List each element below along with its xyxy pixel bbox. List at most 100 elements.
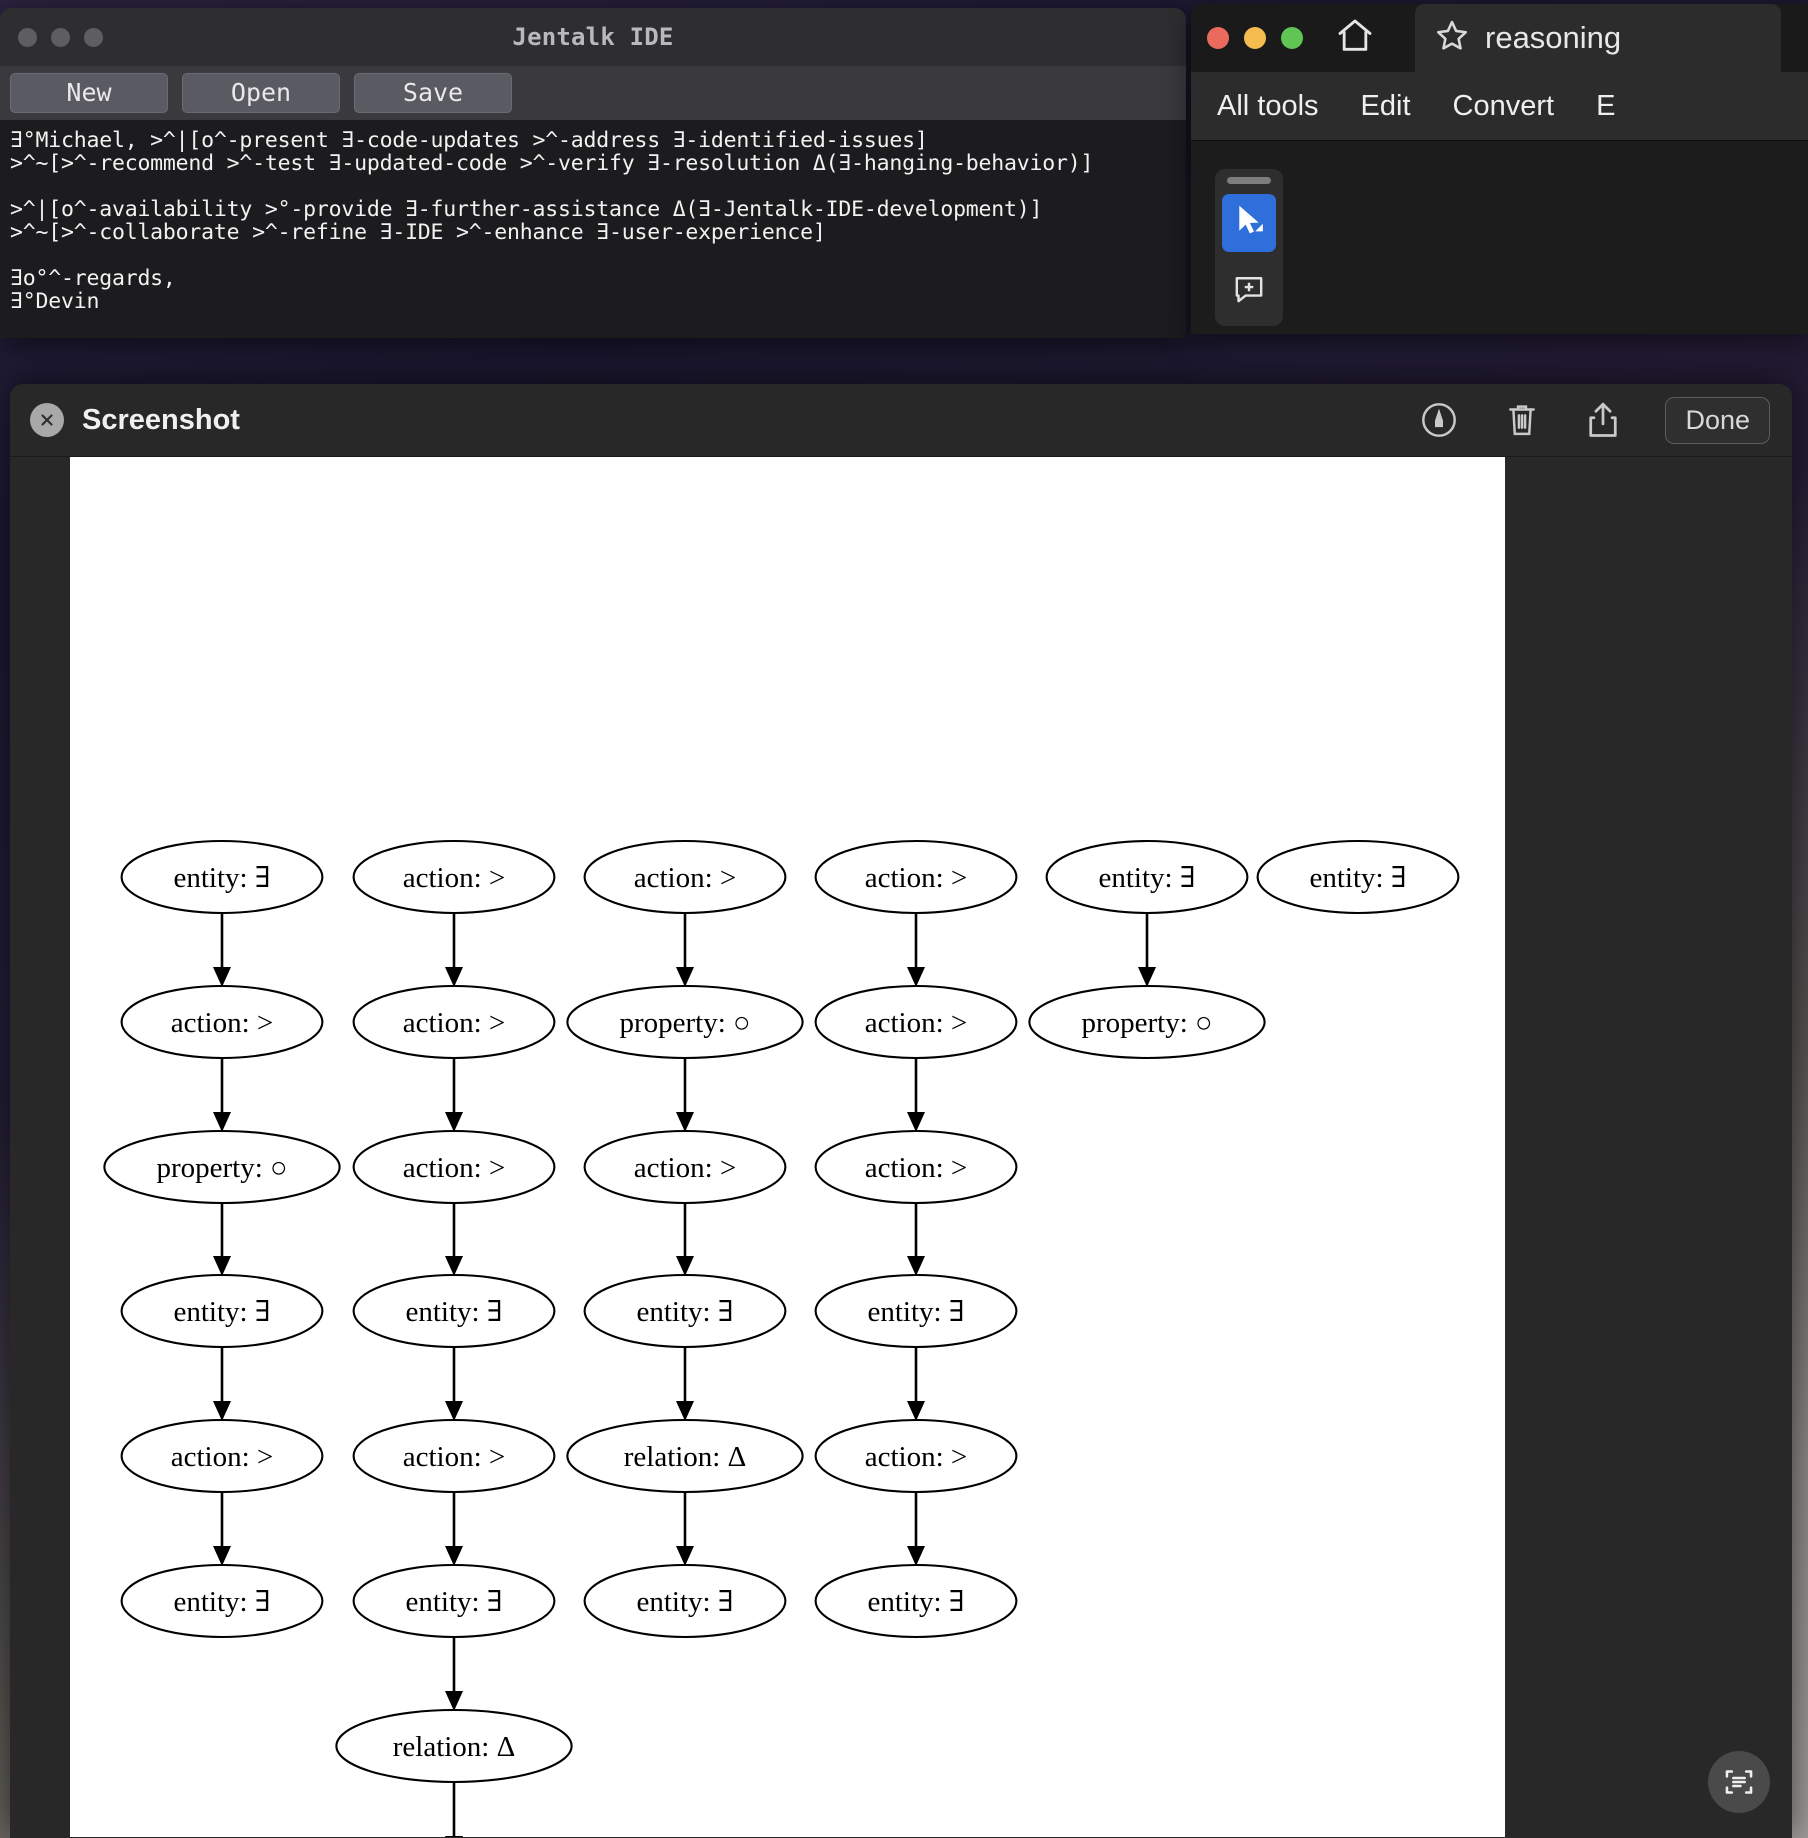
reasoning-graph: entity: ∃ action: > property: ○ entity: ∃ ac… (103, 839, 1460, 1837)
graph-edge-arrowhead (445, 1112, 463, 1132)
graph-node-label: entity: ∃ (867, 1296, 964, 1328)
graph-node-label: action: > (634, 1152, 737, 1184)
graph-node-label: action: > (403, 1441, 506, 1473)
browser-tab-reasoning[interactable]: reasoning (1415, 4, 1781, 72)
graph-edge-arrowhead (676, 1112, 694, 1132)
graph-node: entity: ∃ (1045, 839, 1249, 915)
live-text-icon[interactable] (1708, 1751, 1770, 1813)
tool-palette (1215, 169, 1283, 326)
ide-code-editor[interactable]: ∃°Michael, >^|[o^-present ∃-code-updates… (0, 120, 1186, 338)
menu-edit[interactable]: Edit (1361, 90, 1411, 123)
graph-node: action: > (352, 839, 556, 915)
graph-node: property: ○ (566, 984, 804, 1060)
graph-edge-arrowhead (213, 967, 231, 987)
save-button[interactable]: Save (354, 73, 512, 113)
graph-node: action: > (814, 1129, 1018, 1205)
graph-node-label: entity: ∃ (1309, 862, 1406, 894)
graph-node: action: > (814, 1418, 1018, 1494)
graph-edge-arrowhead (213, 1401, 231, 1421)
graph-edge-arrowhead (676, 967, 694, 987)
graph-edge-arrowhead (676, 1256, 694, 1276)
graph-node-label: action: > (865, 862, 968, 894)
tool-close-button[interactable] (1207, 27, 1229, 49)
graph-edge-arrowhead (907, 967, 925, 987)
tool-window-titlebar: reasoning (1191, 4, 1808, 72)
graph-node-label: entity: ∃ (173, 1296, 270, 1328)
graph-node: action: > (583, 839, 787, 915)
graph-edge-arrowhead (676, 1546, 694, 1566)
graph-edge-arrowhead (1138, 967, 1156, 987)
graph-node: relation: Δ (566, 1418, 804, 1494)
tool-menubar: All tools Edit Convert E (1191, 72, 1808, 141)
tool-window-controls[interactable] (1207, 27, 1303, 49)
trash-icon[interactable] (1503, 400, 1541, 440)
screenshot-markup-window: Screenshot Done entity: ∃ action: > prop… (10, 384, 1792, 1838)
graph-node-label: entity: ∃ (173, 862, 270, 894)
graph-node-label: property: ○ (1081, 1007, 1212, 1039)
graph-node-label: property: ○ (156, 1152, 287, 1184)
graph-node-label: entity: ∃ (173, 1586, 270, 1618)
graph-node: relation: Δ (335, 1708, 573, 1784)
graph-node-label: action: > (865, 1007, 968, 1039)
screenshot-canvas-area: entity: ∃ action: > property: ○ entity: ∃ ac… (10, 457, 1792, 1838)
new-button[interactable]: New (10, 73, 168, 113)
graph-node-label: entity: ∃ (1098, 862, 1195, 894)
browser-tab-title: reasoning (1485, 20, 1622, 55)
screenshot-image-canvas[interactable]: entity: ∃ action: > property: ○ entity: ∃ ac… (70, 457, 1505, 1837)
graph-edge-arrowhead (445, 1836, 463, 1837)
graph-node: property: ○ (103, 1129, 341, 1205)
menu-convert[interactable]: Convert (1453, 90, 1555, 123)
home-icon[interactable] (1335, 16, 1375, 61)
graph-node: entity: ∃ (814, 1563, 1018, 1639)
graph-node-label: entity: ∃ (636, 1296, 733, 1328)
select-tool-button[interactable] (1222, 194, 1276, 252)
graph-node-label: entity: ∃ (867, 1586, 964, 1618)
graph-node: entity: ∃ (352, 1563, 556, 1639)
graph-edge-arrowhead (213, 1546, 231, 1566)
add-comment-tool-button[interactable] (1222, 262, 1276, 320)
tool-maximize-button[interactable] (1281, 27, 1303, 49)
page-title: Screenshot (82, 403, 240, 436)
graph-node: action: > (814, 984, 1018, 1060)
open-button[interactable]: Open (182, 73, 340, 113)
ide-toolbar: New Open Save (0, 66, 1186, 120)
tool-window-body (1191, 141, 1808, 334)
graph-node-label: action: > (403, 1007, 506, 1039)
share-icon[interactable] (1585, 399, 1621, 441)
pdf-tool-window: reasoning All tools Edit Convert E (1191, 4, 1808, 334)
graph-node: action: > (352, 1418, 556, 1494)
add-comment-icon (1232, 272, 1266, 311)
screenshot-action-group: Done (1419, 396, 1770, 444)
graph-node: entity: ∃ (120, 839, 324, 915)
star-icon (1433, 17, 1471, 60)
close-icon[interactable] (30, 403, 64, 437)
graph-node: property: ○ (1028, 984, 1266, 1060)
graph-node: action: > (814, 839, 1018, 915)
graph-node-label: action: > (171, 1441, 274, 1473)
graph-node-label: entity: ∃ (405, 1296, 502, 1328)
graph-node: action: > (352, 984, 556, 1060)
graph-edge-arrowhead (445, 1256, 463, 1276)
done-button[interactable]: Done (1665, 396, 1770, 444)
graph-edge-arrowhead (213, 1256, 231, 1276)
graph-edge-arrowhead (907, 1401, 925, 1421)
graph-edge-arrowhead (676, 1401, 694, 1421)
graph-edge-arrowhead (907, 1256, 925, 1276)
graph-node: action: > (120, 1418, 324, 1494)
graph-node-label: action: > (865, 1152, 968, 1184)
graph-node-label: relation: Δ (624, 1441, 747, 1473)
tool-minimize-button[interactable] (1244, 27, 1266, 49)
palette-drag-handle[interactable] (1227, 177, 1271, 184)
graph-node: action: > (352, 1129, 556, 1205)
graph-node-label: relation: Δ (393, 1731, 516, 1763)
graph-node-label: action: > (403, 862, 506, 894)
menu-all-tools[interactable]: All tools (1217, 90, 1319, 123)
cursor-arrow-icon (1232, 203, 1266, 244)
markup-pen-icon[interactable] (1419, 400, 1459, 440)
graph-node: action: > (120, 984, 324, 1060)
menu-e-truncated[interactable]: E (1596, 90, 1615, 123)
graph-edge-arrowhead (445, 967, 463, 987)
graph-node: entity: ∃ (1256, 839, 1460, 915)
graph-node-label: entity: ∃ (636, 1586, 733, 1618)
graph-node: entity: ∃ (814, 1273, 1018, 1349)
